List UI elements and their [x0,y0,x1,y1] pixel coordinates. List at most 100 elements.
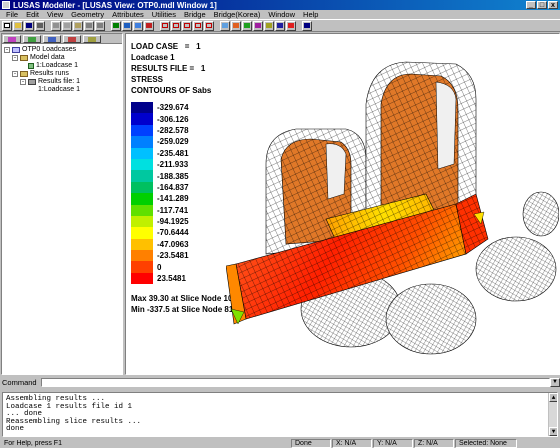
legend-swatch [131,102,153,114]
menu-window[interactable]: Window [264,10,299,19]
select-icon[interactable] [160,20,170,31]
legend-row: -306.126 [131,113,189,125]
print-icon[interactable] [35,20,45,31]
tree-label-model-data: Model data [30,54,65,61]
status-bar: For Help, press F1 Done X: N/A Y: N/A Z:… [0,438,560,448]
status-y: Y: N/A [373,438,413,448]
legend-row: -282.578 [131,124,189,137]
loadcase-tree: - OTP0 Loadcases - Model data 1:Loadcase… [2,44,122,96]
close-button[interactable]: x [548,1,558,9]
rotate-icon[interactable] [144,20,154,31]
select-surface-icon[interactable] [193,20,203,31]
select-volume-icon[interactable] [204,20,214,31]
minimize-button[interactable]: _ [526,1,536,9]
cut-icon[interactable] [51,20,61,31]
legend-swatch [131,250,153,262]
tree-node-results-runs[interactable]: - Results runs [4,70,120,78]
menu-bridge-korea[interactable]: Bridge(Korea) [210,10,265,19]
command-label: Command [2,378,37,387]
treeview-pane: - OTP0 Loadcases - Model data 1:Loadcase… [1,33,123,375]
command-input[interactable] [40,378,551,387]
tab-groups-icon[interactable] [23,35,41,43]
legend-row: -94.1925 [131,215,189,228]
chevron-down-icon[interactable]: ▼ [550,378,560,387]
menu-geometry[interactable]: Geometry [67,10,108,19]
geometry-icon[interactable] [231,20,241,31]
tree-node-model-data[interactable]: - Model data [4,54,120,62]
output-line: Reassembling slice results ... [6,417,142,426]
menu-file[interactable]: File [2,10,22,19]
tab-loadcases-icon[interactable] [63,35,81,43]
collapse-icon[interactable]: - [12,71,18,77]
tree-node-results-file[interactable]: - Results file: 1 [4,78,120,86]
legend-label: -282.578 [157,125,189,135]
menu-bar: File Edit View Geometry Attributes Utili… [0,10,560,19]
support-icon[interactable] [253,20,263,31]
mesh-icon[interactable] [220,20,230,31]
legend-row: -259.029 [131,136,189,148]
redo-icon[interactable] [95,20,105,31]
zoom-icon[interactable] [122,20,132,31]
stress-contour-model [226,61,559,355]
legend-swatch [131,261,153,273]
loading-icon[interactable] [242,20,252,31]
output-line: Loadcase 1 results file id 1 [6,402,133,411]
app-icon[interactable] [2,1,10,9]
results-icon[interactable] [286,20,296,31]
legend-label: -94.1925 [157,217,189,227]
select-line-icon[interactable] [182,20,192,31]
legend-label: -70.6444 [157,228,189,238]
status-z: Z: N/A [414,438,454,448]
collapse-icon[interactable]: - [12,55,18,61]
legend-row: -47.0963 [131,238,189,251]
vertical-scrollbar[interactable]: ▲ ▼ [548,393,557,436]
legend-swatch [131,136,153,148]
graphics-window[interactable]: LOAD CASE = 1 Loadcase 1 RESULTS FILE = … [125,33,560,375]
refresh-icon[interactable] [111,20,121,31]
menu-utilities[interactable]: Utilities [148,10,180,19]
menu-edit[interactable]: Edit [22,10,43,19]
legend-label: -259.029 [157,137,189,147]
status-done: Done [291,438,331,448]
scroll-up-icon[interactable]: ▲ [549,393,557,402]
undo-icon[interactable] [84,20,94,31]
tab-utilities-icon[interactable] [83,35,101,43]
menu-view[interactable]: View [43,10,67,19]
load-case-heading: LOAD CASE = 1 [131,42,201,51]
copy-icon[interactable] [62,20,72,31]
legend-swatch [131,193,153,205]
menu-help[interactable]: Help [299,10,322,19]
open-icon[interactable] [13,20,23,31]
scroll-down-icon[interactable]: ▼ [549,427,557,436]
tab-attributes-icon[interactable] [43,35,61,43]
text-output-window[interactable]: Assembling results ... Loadcase 1 result… [2,392,558,437]
zoom-in-icon[interactable] [133,20,143,31]
legend-swatch [131,204,153,216]
menu-bridge[interactable]: Bridge [180,10,210,19]
material-icon[interactable] [264,20,274,31]
tree-node-root[interactable]: - OTP0 Loadcases [4,46,120,54]
solve-icon[interactable] [275,20,285,31]
legend-swatch [131,147,153,159]
menu-attributes[interactable]: Attributes [108,10,148,19]
collapse-icon[interactable]: - [20,79,26,85]
command-bar: Command ▼ [0,377,560,388]
load-case-name: Loadcase 1 [131,53,175,62]
select-point-icon[interactable] [171,20,181,31]
tree-node-loadcase-model[interactable]: 1:Loadcase 1 [4,62,120,70]
new-icon[interactable] [2,20,12,31]
folder-icon [20,55,28,61]
legend-row: 0 [131,261,189,273]
tree-label-root: OTP0 Loadcases [22,46,77,53]
tree-node-loadcase-results[interactable]: 1:Loadcase 1 [4,86,120,94]
tab-layers-icon[interactable] [3,35,21,43]
help-icon[interactable] [302,20,312,31]
folder-icon [12,47,20,53]
save-icon[interactable] [24,20,34,31]
collapse-icon[interactable]: - [4,47,10,53]
maximize-button[interactable]: □ [537,1,547,9]
legend-row: -188.385 [131,170,189,182]
paste-icon[interactable] [73,20,83,31]
legend-label: -329.674 [157,103,189,113]
legend-label: -141.289 [157,194,189,204]
